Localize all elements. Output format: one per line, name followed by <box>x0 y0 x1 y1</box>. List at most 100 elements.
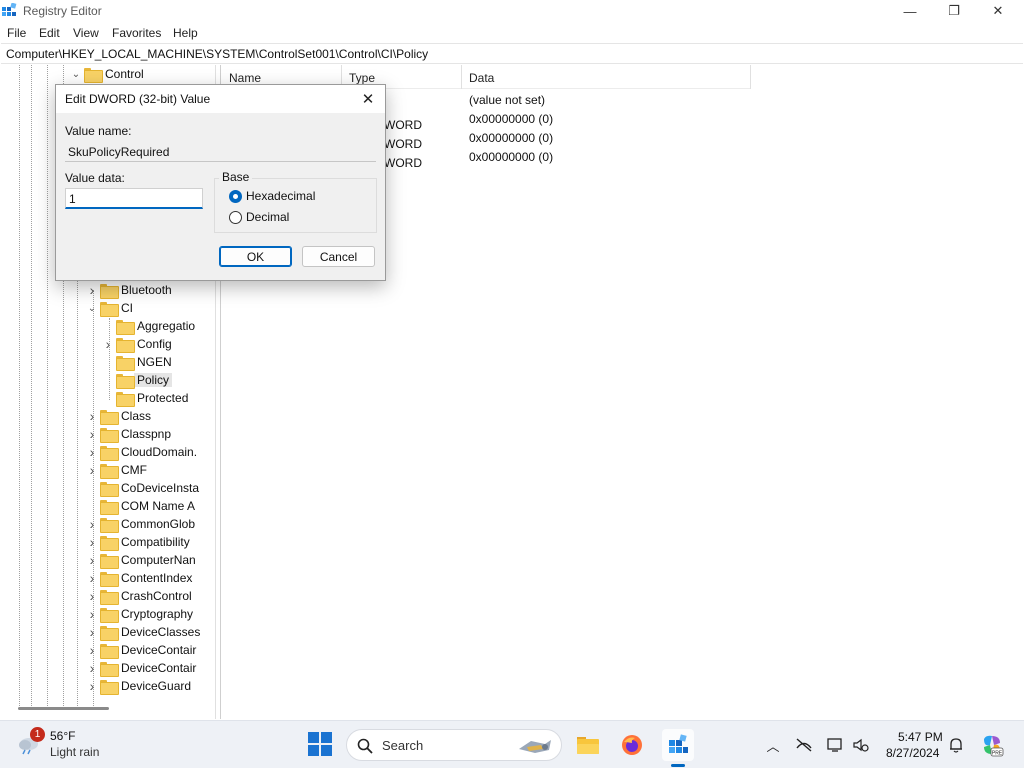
tree-item-label: COM Name A <box>121 499 196 513</box>
tree-item-control[interactable]: ⌄ Control <box>70 65 144 83</box>
column-name-header[interactable]: Name <box>229 71 261 85</box>
chevron-right-icon[interactable]: › <box>86 659 98 677</box>
tree-item[interactable]: › CMF <box>86 461 147 479</box>
chevron-right-icon[interactable]: › <box>86 551 98 569</box>
column-data-header[interactable]: Data <box>469 71 494 85</box>
chevron-down-icon[interactable]: ⌄ <box>70 65 82 83</box>
tree-item[interactable]: › Classpnp <box>86 425 171 443</box>
clock-time[interactable]: 5:47 PM <box>898 730 943 744</box>
value-type: WORD <box>384 118 422 132</box>
folder-icon <box>100 301 119 317</box>
taskbar-search[interactable]: Search <box>346 729 562 761</box>
chevron-right-icon[interactable]: › <box>86 623 98 641</box>
folder-icon <box>100 571 119 587</box>
close-button[interactable]: ✕ <box>976 0 1020 22</box>
hexadecimal-radio[interactable]: Hexadecimal <box>229 189 315 203</box>
search-placeholder: Search <box>382 738 424 753</box>
tree-item[interactable]: NGEN <box>102 353 172 371</box>
chevron-right-icon[interactable]: › <box>86 281 98 299</box>
tree-item-label: CommonGlob <box>121 517 196 531</box>
tree-item[interactable]: ⌄ CI <box>86 299 133 317</box>
menu-help[interactable]: Help <box>173 26 198 40</box>
registry-editor-taskbar-button[interactable] <box>662 729 694 761</box>
value-name-field: SkuPolicyRequired <box>65 141 376 162</box>
column-type-header[interactable]: Type <box>349 71 375 85</box>
menu-edit[interactable]: Edit <box>39 26 60 40</box>
chevron-right-icon[interactable]: › <box>86 587 98 605</box>
tree-item-label: DeviceContair <box>121 661 197 675</box>
tree-item[interactable]: › ContentIndex <box>86 569 192 587</box>
menu-file[interactable]: File <box>7 26 26 40</box>
tree-item[interactable]: › Class <box>86 407 151 425</box>
chevron-right-icon[interactable]: › <box>86 641 98 659</box>
chevron-right-icon[interactable]: › <box>102 335 114 353</box>
tree-item[interactable]: COM Name A <box>86 497 195 515</box>
tree-item[interactable]: Aggregatio <box>102 317 195 335</box>
chevron-up-icon[interactable]: ︿ <box>764 736 782 754</box>
ok-button[interactable]: OK <box>219 246 292 267</box>
folder-icon <box>116 373 135 389</box>
tree-item-label: Cryptography <box>121 607 194 621</box>
chevron-right-icon[interactable]: › <box>86 461 98 479</box>
tree-item[interactable]: › Config <box>102 335 172 353</box>
clock-date[interactable]: 8/27/2024 <box>886 746 939 760</box>
tree-item[interactable]: › DeviceClasses <box>86 623 200 641</box>
tree-item[interactable]: › CloudDomain. <box>86 443 197 461</box>
chevron-right-icon[interactable]: › <box>86 425 98 443</box>
chevron-right-icon[interactable]: › <box>86 605 98 623</box>
tree-item-label: CoDeviceInsta <box>121 481 200 495</box>
tree-item[interactable]: Policy <box>102 371 173 389</box>
tree-item[interactable]: › DeviceGuard <box>86 677 191 695</box>
tree-item-label: Config <box>137 337 172 351</box>
menu-favorites[interactable]: Favorites <box>112 26 161 40</box>
column-separator[interactable] <box>461 65 462 89</box>
tree-item[interactable]: Protected <box>102 389 188 407</box>
tree-item-label: Bluetooth <box>121 283 172 297</box>
address-bar[interactable]: Computer\HKEY_LOCAL_MACHINE\SYSTEM\Contr… <box>1 43 1023 64</box>
svg-text:PRE: PRE <box>992 751 1003 757</box>
tree-item[interactable]: › Compatibility <box>86 533 190 551</box>
cancel-button[interactable]: Cancel <box>302 246 375 267</box>
radio-unchecked-icon[interactable] <box>229 210 242 224</box>
file-explorer-taskbar-button[interactable] <box>572 729 604 761</box>
weather-temperature: 56°F <box>50 729 76 743</box>
menu-view[interactable]: View <box>73 26 99 40</box>
tree-item[interactable]: › CrashControl <box>86 587 192 605</box>
chevron-down-icon[interactable]: ⌄ <box>86 299 98 317</box>
chevron-right-icon[interactable]: › <box>86 443 98 461</box>
volume-icon[interactable] <box>852 736 870 754</box>
folder-icon <box>100 625 119 641</box>
notification-bell-icon[interactable] <box>947 736 965 754</box>
tree-item[interactable]: CoDeviceInsta <box>86 479 199 497</box>
dialog-close-button[interactable]: ✕ <box>357 88 379 110</box>
tree-item[interactable]: › Cryptography <box>86 605 193 623</box>
firefox-taskbar-button[interactable] <box>616 729 648 761</box>
chevron-right-icon[interactable]: › <box>86 515 98 533</box>
file-explorer-icon <box>577 737 599 754</box>
folder-icon <box>100 427 119 443</box>
tree-item[interactable]: › Bluetooth <box>86 281 172 299</box>
chevron-right-icon[interactable]: › <box>86 677 98 695</box>
minimize-button[interactable]: — <box>888 0 932 22</box>
chevron-right-icon[interactable]: › <box>86 407 98 425</box>
tree-horizontal-scrollbar[interactable] <box>18 707 109 710</box>
tree-item[interactable]: › CommonGlob <box>86 515 195 533</box>
copilot-icon[interactable]: PRE <box>980 733 1004 757</box>
network-offline-icon[interactable] <box>795 736 813 754</box>
chevron-right-icon[interactable]: › <box>86 533 98 551</box>
radio-checked-icon[interactable] <box>229 189 242 203</box>
chevron-right-icon[interactable]: › <box>86 569 98 587</box>
display-icon[interactable] <box>827 736 845 754</box>
tree-item-label: CloudDomain. <box>121 445 198 459</box>
decimal-radio[interactable]: Decimal <box>229 210 289 224</box>
tree-item-label: DeviceClasses <box>121 625 201 639</box>
windows-start-icon[interactable] <box>308 732 332 756</box>
value-data-input[interactable]: 1 <box>65 188 203 209</box>
tree-item-label: DeviceContair <box>121 643 197 657</box>
folder-icon <box>100 283 119 299</box>
tree-item[interactable]: › DeviceContair <box>86 641 196 659</box>
tree-item[interactable]: › ComputerNan <box>86 551 196 569</box>
column-separator[interactable] <box>750 65 751 89</box>
maximize-button[interactable]: ❐ <box>932 0 976 22</box>
tree-item[interactable]: › DeviceContair <box>86 659 196 677</box>
